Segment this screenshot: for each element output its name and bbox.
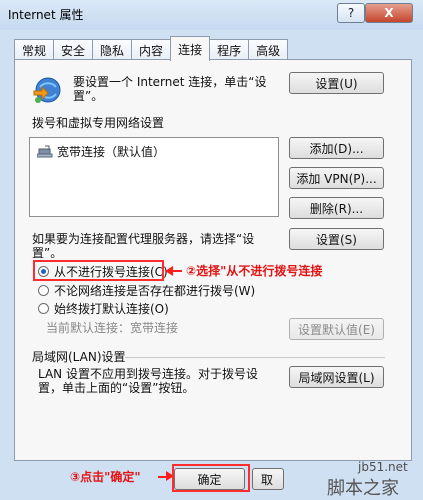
radio-dial-whenever-label[interactable]: 不论网络连接是否存在都进行拨号(W)	[54, 284, 255, 298]
watermark-brand: 脚本之家	[327, 478, 399, 499]
add-vpn-button[interactable]: 添加 VPN(P)...	[289, 167, 384, 189]
settings-button[interactable]: 设置(S)	[289, 228, 384, 250]
help-button[interactable]: ?	[337, 3, 365, 23]
annotation-step3: ③点击"确定"	[70, 470, 141, 484]
tab-advanced[interactable]: 高级	[248, 39, 289, 60]
lan-description-line2: 置，单击上面的“设置”按钮。	[38, 381, 195, 395]
globe-network-icon	[33, 77, 61, 103]
lan-section-divider	[125, 357, 385, 358]
lan-description-line1: LAN 设置不应用到拨号连接。对于拨号设	[38, 367, 258, 381]
annotation-step2: ②选择"从不进行拨号连接	[186, 264, 323, 278]
proxy-description-line2: 置”。	[32, 246, 63, 260]
window-title: Internet 属性	[8, 8, 84, 22]
tab-privacy[interactable]: 隐私	[92, 39, 133, 60]
set-default-button[interactable]: 设置默认值(E)	[289, 318, 384, 340]
watermark-site: jb51.net	[358, 460, 408, 474]
lan-section-title: 局域网(LAN)设置	[32, 350, 126, 364]
list-item-broadband[interactable]: 宽带连接（默认值）	[37, 143, 165, 160]
proxy-description-line1: 如果要为连接配置代理服务器，请选择“设	[32, 232, 255, 246]
tab-strip: 常规 安全 隐私 内容 连接 程序 高级	[14, 36, 289, 61]
cancel-button[interactable]: 取	[252, 468, 284, 490]
add-button[interactable]: 添加(D)...	[289, 137, 384, 159]
lan-settings-button[interactable]: 局域网设置(L)	[289, 366, 384, 388]
list-item-label: 宽带连接（默认值）	[57, 145, 166, 159]
highlight-ok-button	[172, 464, 250, 492]
dialup-section-title: 拨号和虚拟专用网络设置	[32, 116, 165, 130]
tab-security[interactable]: 安全	[53, 39, 94, 60]
connections-list[interactable]: 宽带连接（默认值）	[29, 137, 279, 217]
connect-description-line2: 置”。	[73, 89, 104, 103]
tab-programs[interactable]: 程序	[209, 39, 250, 60]
current-default-connection: 当前默认连接：宽带连接	[46, 321, 179, 335]
radio-dial-whenever[interactable]	[38, 285, 49, 296]
connect-description-line1: 要设置一个 Internet 连接，单击“设	[73, 75, 267, 89]
highlight-never-dial	[33, 260, 164, 281]
radio-always-dial-default-label[interactable]: 始终拨打默认连接(O)	[54, 302, 169, 316]
tab-general[interactable]: 常规	[14, 39, 55, 60]
broadband-connection-icon	[37, 145, 53, 157]
tab-content[interactable]: 内容	[131, 39, 172, 60]
arrow-step2-line	[172, 270, 182, 272]
setup-button[interactable]: 设置(U)	[289, 72, 384, 94]
radio-always-dial-default[interactable]	[38, 303, 49, 314]
title-bar: Internet 属性 ? X	[0, 0, 423, 30]
remove-button[interactable]: 删除(R)...	[289, 197, 384, 219]
internet-properties-window: Internet 属性 ? X 常规 安全 隐私 内容 连接 程序 高级 要设置…	[0, 0, 423, 500]
tab-connections[interactable]: 连接	[170, 36, 211, 61]
close-button[interactable]: X	[365, 3, 413, 23]
